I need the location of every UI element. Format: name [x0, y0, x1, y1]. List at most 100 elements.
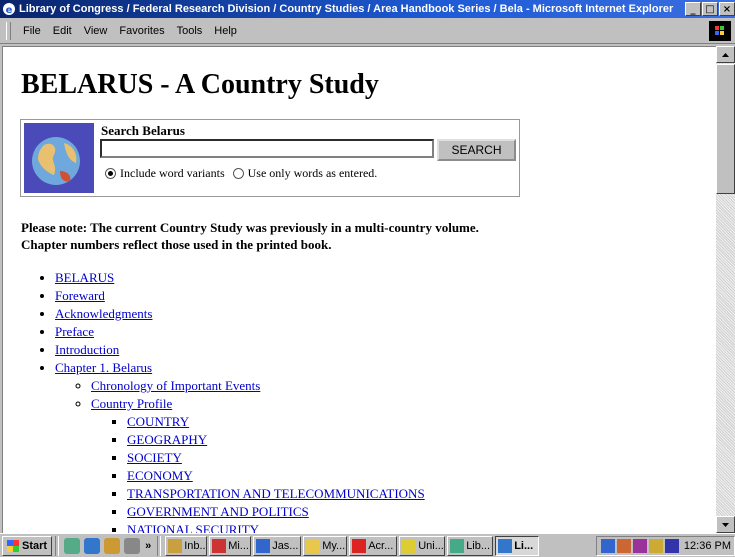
page-title: BELARUS - A Country Study	[21, 69, 379, 100]
country-profile-sublist: COUNTRY GEOGRAPHY SOCIETY ECONOMY TRANSP…	[91, 413, 425, 533]
folder-icon	[306, 538, 321, 553]
task-label: Li...	[514, 539, 534, 552]
search-button[interactable]: SEARCH	[437, 139, 516, 161]
menu-view[interactable]: View	[78, 25, 114, 37]
scroll-up-button[interactable]	[716, 46, 735, 63]
search-input[interactable]	[100, 139, 434, 158]
quicklaunch-outlook-icon[interactable]	[104, 537, 121, 554]
toc-link-country-profile[interactable]: Country Profile	[91, 396, 172, 411]
arrow-up-icon	[722, 52, 729, 57]
taskbar-separator	[157, 535, 162, 556]
chapter-1-sublist: Chronology of Important Events Country P…	[55, 377, 425, 533]
toc-link-chronology[interactable]: Chronology of Important Events	[91, 378, 260, 393]
quicklaunch-desktop-icon[interactable]	[64, 537, 81, 554]
system-tray: 12:36 PM	[595, 535, 735, 556]
profile-link-national-security[interactable]: NATIONAL SECURITY	[127, 522, 259, 533]
vertical-scrollbar[interactable]	[716, 46, 735, 533]
toc-subitem: Country Profile COUNTRY GEOGRAPHY SOCIET…	[91, 395, 425, 533]
toc-item: Introduction	[55, 341, 425, 359]
task-li-active[interactable]: Li...	[495, 535, 540, 556]
taskbar-separator	[55, 535, 60, 556]
tray-app-icon[interactable]	[616, 538, 631, 553]
profile-item: SOCIETY	[127, 449, 425, 467]
arrow-down-icon	[722, 522, 729, 527]
window-title-bar[interactable]: e Library of Congress / Federal Research…	[0, 0, 735, 18]
toolbar-grip[interactable]	[6, 21, 11, 40]
menu-file[interactable]: File	[17, 25, 47, 37]
profile-link-society[interactable]: SOCIETY	[127, 450, 182, 465]
task-lib[interactable]: Lib...	[447, 535, 494, 556]
profile-item: TRANSPORTATION AND TELECOMMUNICATIONS	[127, 485, 425, 503]
toc-item: Acknowledgments	[55, 305, 425, 323]
toc-link-belarus[interactable]: BELARUS	[55, 270, 114, 285]
tray-app-icon[interactable]	[632, 538, 647, 553]
minimize-button[interactable]: _	[685, 2, 701, 16]
task-label: Acr...	[368, 539, 394, 552]
menu-tools[interactable]: Tools	[171, 25, 209, 37]
library-icon	[450, 538, 465, 553]
globe-logo	[24, 123, 94, 193]
network-icon[interactable]	[600, 538, 615, 553]
toc-link-introduction[interactable]: Introduction	[55, 342, 119, 357]
search-panel: Search Belarus SEARCH Include word varia…	[20, 119, 520, 197]
profile-link-country[interactable]: COUNTRY	[127, 414, 189, 429]
profile-link-transportation[interactable]: TRANSPORTATION AND TELECOMMUNICATIONS	[127, 486, 425, 501]
task-jas[interactable]: Jas...	[253, 535, 302, 556]
app-icon	[212, 538, 227, 553]
acrobat-icon	[352, 538, 367, 553]
radio-exact-words[interactable]	[232, 168, 244, 179]
clock[interactable]: 12:36 PM	[684, 540, 731, 552]
page-content: BELARUS - A Country Study Search Belarus…	[2, 46, 716, 533]
radio-include-variants[interactable]	[105, 168, 116, 179]
menu-edit[interactable]: Edit	[47, 25, 78, 37]
toc-link-chapter-1[interactable]: Chapter 1. Belarus	[55, 360, 152, 375]
quicklaunch-chevron[interactable]: »	[145, 540, 151, 552]
maximize-button[interactable]: □	[702, 2, 718, 16]
profile-item: GEOGRAPHY	[127, 431, 425, 449]
speaker-icon[interactable]	[648, 538, 663, 553]
toc-subitem: Chronology of Important Events	[91, 377, 425, 395]
app-icon	[402, 538, 417, 553]
profile-item: NATIONAL SECURITY	[127, 521, 425, 533]
mail-icon	[168, 538, 183, 553]
internet-explorer-icon: e	[2, 2, 16, 16]
note-line-2: Chapter numbers reflect those used in th…	[21, 237, 332, 252]
svg-text:e: e	[6, 5, 13, 16]
toc-link-foreward[interactable]: Foreward	[55, 288, 105, 303]
tray-app-icon[interactable]	[664, 538, 679, 553]
profile-link-economy[interactable]: ECONOMY	[127, 468, 193, 483]
task-label: Lib...	[466, 539, 491, 552]
toc-item: Preface	[55, 323, 425, 341]
task-inbox[interactable]: Inb...	[165, 535, 208, 556]
close-button[interactable]: ×	[719, 2, 735, 16]
start-button[interactable]: Start	[2, 535, 53, 556]
windows-logo-icon	[715, 26, 724, 35]
quicklaunch-app-icon[interactable]	[124, 537, 141, 554]
menu-help[interactable]: Help	[208, 25, 243, 37]
scrollbar-thumb[interactable]	[716, 64, 735, 194]
task-microsoft[interactable]: Mi...	[209, 535, 252, 556]
table-of-contents: BELARUS Foreward Acknowledgments Preface…	[3, 269, 425, 533]
toc-link-preface[interactable]: Preface	[55, 324, 94, 339]
task-label: Uni...	[418, 539, 444, 552]
scroll-down-button[interactable]	[716, 516, 735, 533]
profile-link-government[interactable]: GOVERNMENT AND POLITICS	[127, 504, 309, 519]
quicklaunch-ie-icon[interactable]	[84, 537, 101, 554]
profile-item: COUNTRY	[127, 413, 425, 431]
radio-include-variants-label: Include word variants	[120, 166, 225, 180]
task-uni[interactable]: Uni...	[399, 535, 446, 556]
start-label: Start	[22, 539, 48, 552]
toc-item: Foreward	[55, 287, 425, 305]
task-label: Mi...	[228, 539, 249, 552]
menu-favorites[interactable]: Favorites	[113, 25, 170, 37]
toc-link-acknowledgments[interactable]: Acknowledgments	[55, 306, 152, 321]
profile-item: ECONOMY	[127, 467, 425, 485]
menu-bar: File Edit View Favorites Tools Help	[0, 18, 735, 44]
note-line-1: Please note: The current Country Study w…	[21, 220, 479, 235]
toc-item: BELARUS	[55, 269, 425, 287]
people-icon	[256, 538, 271, 553]
task-acrobat[interactable]: Acr...	[349, 535, 398, 556]
profile-link-geography[interactable]: GEOGRAPHY	[127, 432, 207, 447]
task-my[interactable]: My...	[303, 535, 348, 556]
windows-flag-icon	[7, 539, 19, 552]
